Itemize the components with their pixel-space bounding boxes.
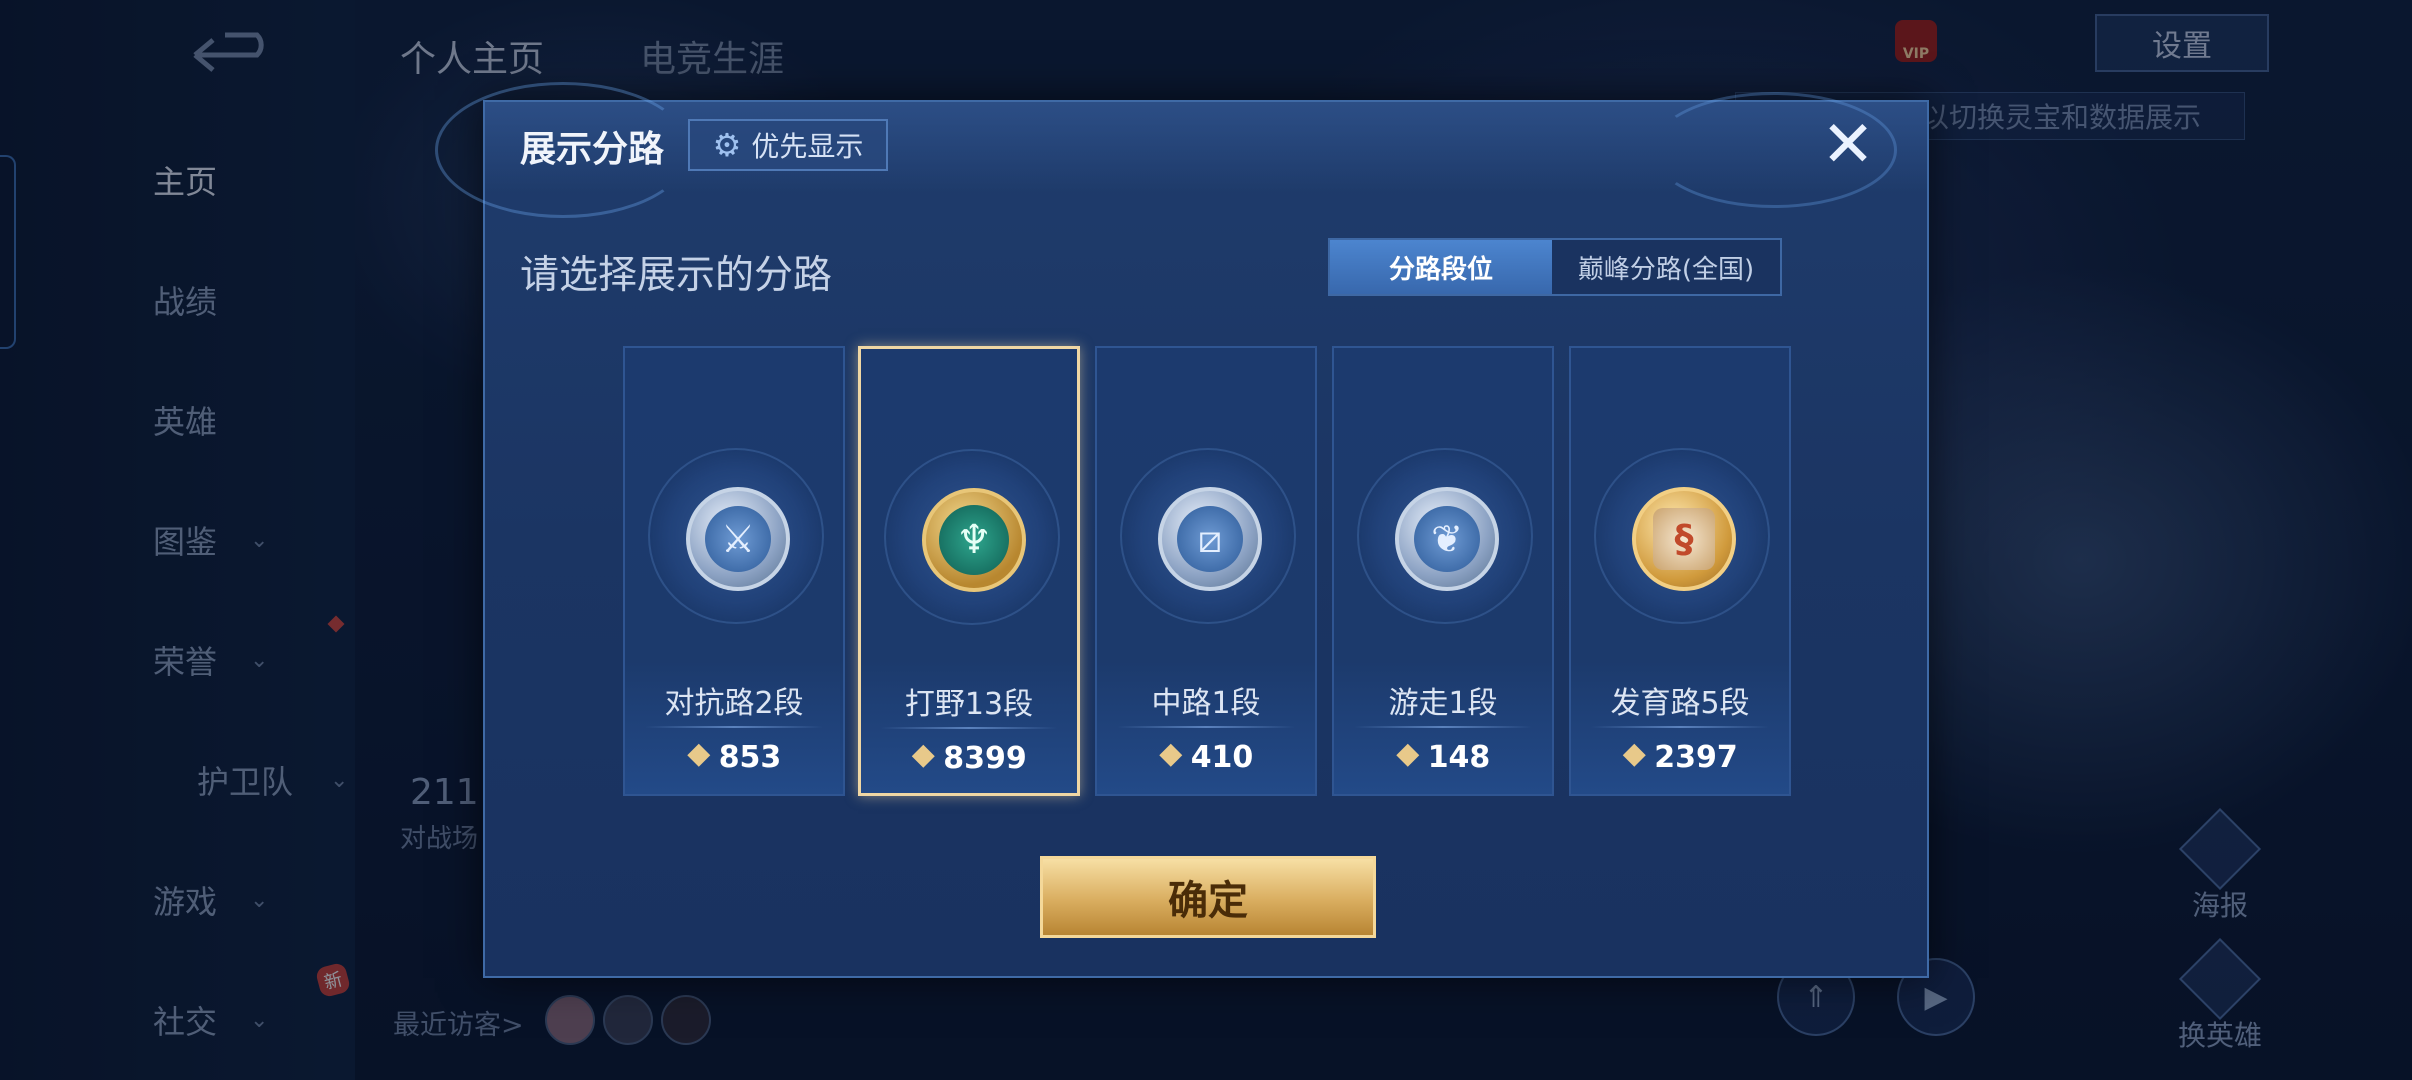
lane-score: ⯁ 8399 xyxy=(861,741,1077,776)
tab-lane-rank[interactable]: 分路段位 xyxy=(1330,240,1552,294)
lane-rank-label: 对抗路2段 xyxy=(664,686,804,721)
bottom-lane-icon: § xyxy=(1632,487,1736,591)
lane-card-jungle[interactable]: ♆ 打野13段 ⯁ 8399 xyxy=(858,346,1080,796)
priority-display-label: 优先显示 xyxy=(751,130,864,163)
lane-card-bottom[interactable]: § 发育路5段 ⯁ 2397 xyxy=(1569,346,1791,796)
sword-shield-icon: ⚔ xyxy=(686,487,790,591)
lane-rank-label: 游走1段 xyxy=(1388,686,1498,721)
lane-tab-switch: 分路段位 巅峰分路(全国) xyxy=(1328,238,1782,296)
score-icon: ⯁ xyxy=(686,740,711,775)
lane-card-mid[interactable]: ⧄ 中路1段 ⯁ 410 xyxy=(1095,346,1317,796)
lane-rank-label: 中路1段 xyxy=(1151,686,1261,721)
score-icon: ⯁ xyxy=(1622,740,1647,775)
lane-score: ⯁ 410 xyxy=(1097,740,1315,775)
wings-icon: ❦ xyxy=(1395,487,1499,591)
gear-icon: ⚙ xyxy=(712,126,742,164)
lane-score-value: 148 xyxy=(1427,740,1491,775)
lane-score-value: 410 xyxy=(1190,740,1254,775)
score-icon: ⯁ xyxy=(1158,740,1183,775)
lane-score-value: 8399 xyxy=(943,741,1027,776)
lane-card-roam[interactable]: ❦ 游走1段 ⯁ 148 xyxy=(1332,346,1554,796)
lane-display-dialog: 展示分路 ⚙ 优先显示 ✕ 请选择展示的分路 分路段位 巅峰分路(全国) ⚔ 对… xyxy=(435,82,1929,978)
dialog-subtitle: 请选择展示的分路 xyxy=(520,253,833,298)
lane-card-top[interactable]: ⚔ 对抗路2段 ⯁ 853 xyxy=(623,346,845,796)
lane-rank-label: 发育路5段 xyxy=(1610,686,1750,721)
priority-display-button[interactable]: ⚙ 优先显示 xyxy=(688,119,888,171)
lane-rank-label: 打野13段 xyxy=(904,687,1034,722)
tab-peak-lane[interactable]: 巅峰分路(全国) xyxy=(1552,240,1780,294)
lane-score-value: 2397 xyxy=(1654,740,1738,775)
close-icon[interactable]: ✕ xyxy=(1817,113,1879,177)
lane-score: ⯁ 2397 xyxy=(1571,740,1789,775)
divider xyxy=(1591,726,1769,728)
score-icon: ⯁ xyxy=(1395,740,1420,775)
divider xyxy=(1354,726,1532,728)
jungle-dragon-icon: ♆ xyxy=(922,488,1026,592)
confirm-button[interactable]: 确定 xyxy=(1040,856,1376,938)
divider xyxy=(645,726,823,728)
dialog-title: 展示分路 xyxy=(520,129,665,170)
lane-score-value: 853 xyxy=(718,740,782,775)
divider xyxy=(1117,726,1295,728)
lane-score: ⯁ 853 xyxy=(625,740,843,775)
score-icon: ⯁ xyxy=(911,741,936,776)
lane-score: ⯁ 148 xyxy=(1334,740,1552,775)
mid-lane-icon: ⧄ xyxy=(1158,487,1262,591)
divider xyxy=(881,727,1057,729)
